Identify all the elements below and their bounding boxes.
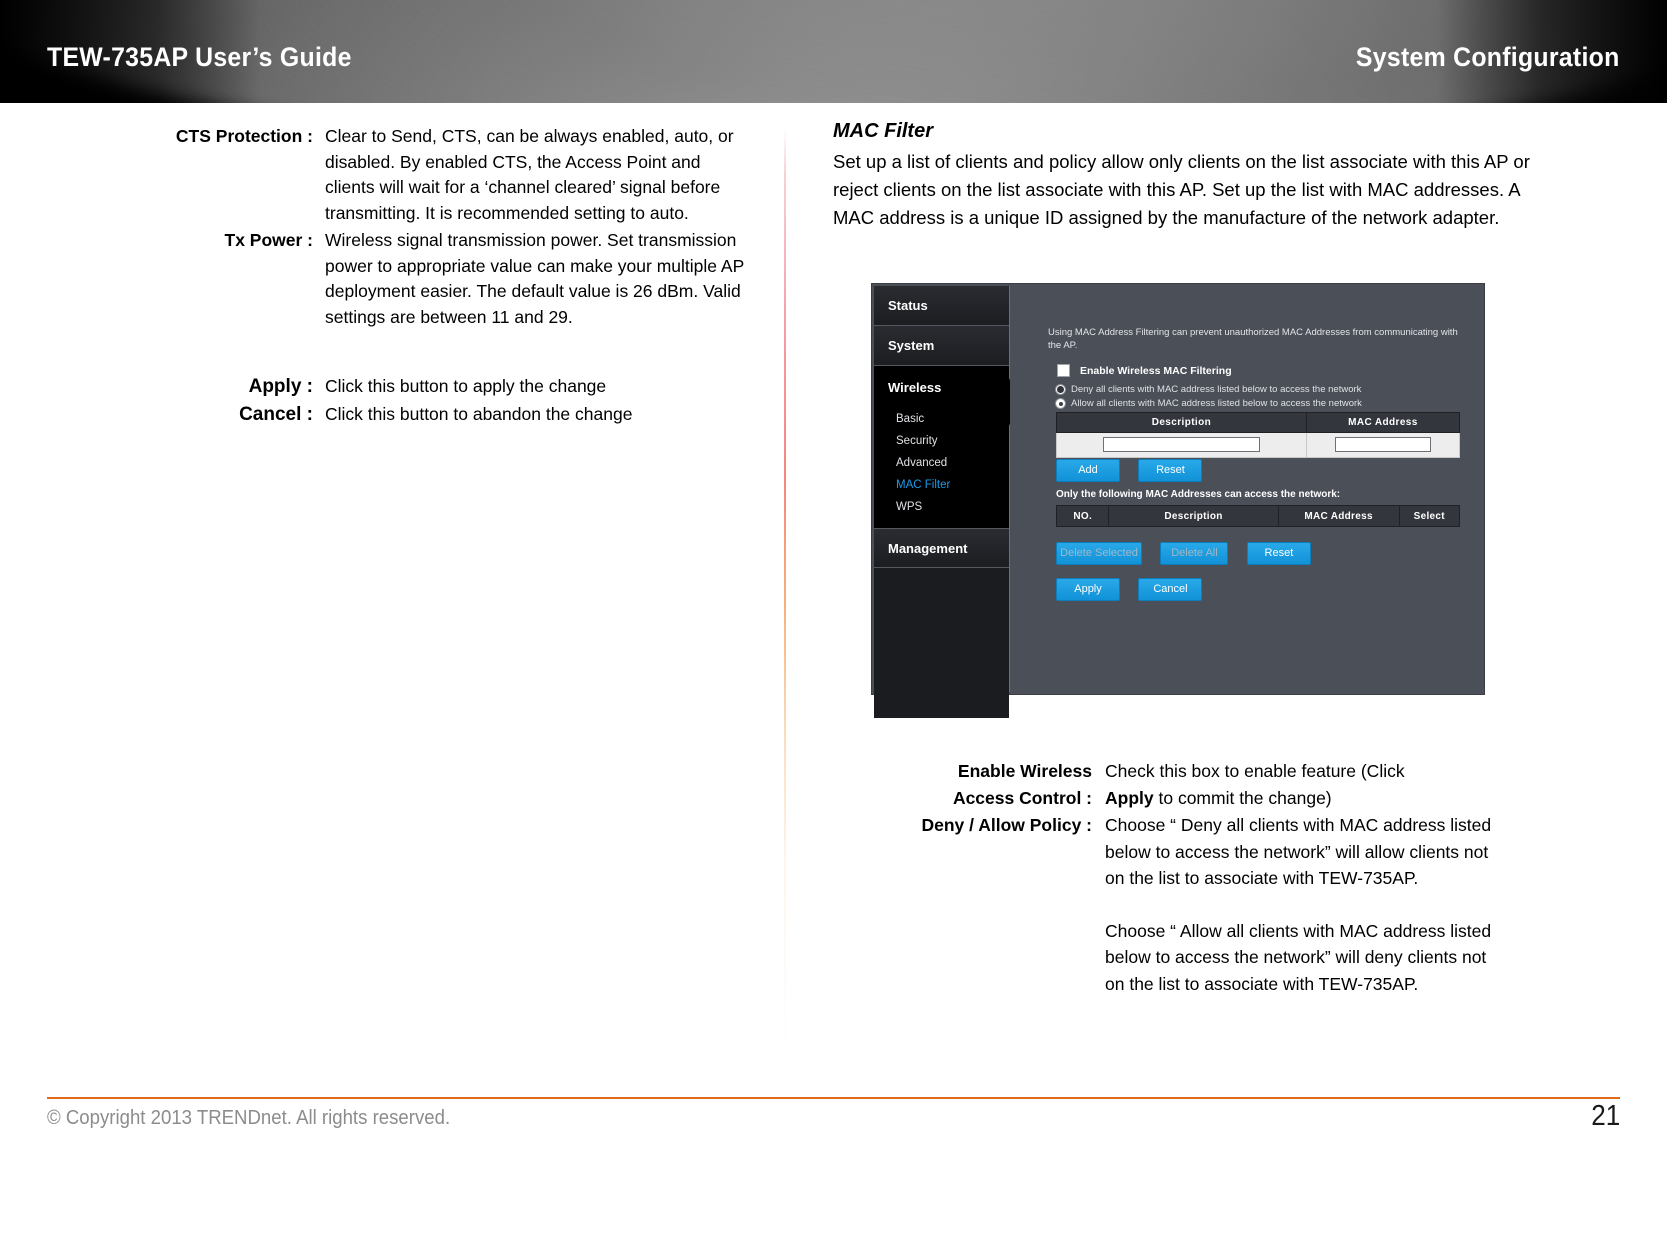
radio-icon[interactable] [1055,384,1066,395]
policy-option-label: Allow all clients with MAC address liste… [1071,398,1362,409]
router-content-panel: Using MAC Address Filtering can prevent … [1010,286,1482,692]
mac-filter-paragraph: Set up a list of clients and policy allo… [833,151,1530,228]
sidebar-subitem-wps[interactable]: WPS [874,496,1009,518]
definition-term: Tx Power : [224,230,314,250]
sidebar-item-wireless[interactable]: Wireless [874,368,1009,408]
reset-button[interactable]: Reset [1138,459,1203,482]
sidebar-group-wireless: Wireless Basic Security Advanced MAC Fil… [874,366,1020,528]
sidebar-subitem-mac-filter[interactable]: MAC Filter [874,474,1009,496]
sidebar-item-status[interactable]: Status [874,286,1009,326]
sidebar-filler [874,568,1009,718]
router-ui-frame: Status System Wireless Basic Security Ad… [872,284,1484,718]
page-header: TEW-735AP User’s Guide System Configurat… [0,0,1667,103]
definition-description: Click this button to abandon the change [325,403,633,424]
policy-option-allow[interactable]: Allow all clients with MAC address liste… [1055,398,1362,409]
column-header-select: Select [1398,505,1461,527]
definition-description: Click this button to apply the change [325,376,607,396]
mac-list-table: NO. Description MAC Address Select [1055,505,1461,527]
definition-term-line2: Access Control : [952,787,1092,808]
footer-copyright: © Copyright 2013 TRENDnet. All rights re… [47,1107,451,1129]
commit-button-row: Apply Cancel [1056,578,1216,601]
delete-selected-button[interactable]: Delete Selected [1056,542,1142,565]
policy-paragraph-allow: Choose “ Allow all clients with MAC addr… [1105,920,1492,994]
settings-definition-list: CTS Protection : Clear to Send, CTS, can… [150,124,750,427]
router-sidebar: Status System Wireless Basic Security Ad… [874,286,1020,718]
definition-desc-line1: Check this box to enable feature (Click [1105,761,1405,781]
mac-filter-help-text: Using MAC Address Filtering can prevent … [1048,327,1458,351]
definition-row-cts-protection: CTS Protection : Clear to Send, CTS, can… [150,124,750,226]
definition-term: Cancel : [239,403,313,425]
policy-option-label: Deny all clients with MAC address listed… [1071,384,1362,395]
checkbox-icon[interactable] [1057,364,1070,377]
definition-term: Enable Wireless Access Control : [905,758,1105,811]
definition-description: Clear to Send, CTS, can be always enable… [325,126,734,223]
mac-address-input[interactable] [1334,437,1432,453]
reset-list-button[interactable]: Reset [1246,542,1311,565]
definition-description: Wireless signal transmission power. Set … [325,230,744,327]
cell-mac-address [1305,432,1461,458]
radio-icon[interactable] [1055,398,1066,409]
left-column: CTS Protection : Clear to Send, CTS, can… [150,124,750,429]
policy-option-deny[interactable]: Deny all clients with MAC address listed… [1055,384,1361,395]
definition-desc-line2-rest: to commit the change) [1153,787,1332,808]
enable-mac-filtering-label: Enable Wireless MAC Filtering [1080,364,1232,377]
definition-term: Deny / Allow Policy : [921,815,1093,835]
entry-button-row: Add Reset [1056,459,1216,482]
footer-divider [47,1097,1620,1099]
column-header-description: Description [1108,505,1279,527]
definition-row-cancel: Cancel : Click this button to abandon th… [150,402,750,428]
definition-desc-apply-bold: Apply [1105,787,1154,808]
right-column: MAC Filter Set up a list of clients and … [833,118,1533,232]
apply-button[interactable]: Apply [1056,578,1120,601]
router-ui-screenshot: Status System Wireless Basic Security Ad… [872,284,1484,718]
mac-filter-heading: MAC Filter [833,120,933,142]
mac-list-label: Only the following MAC Addresses can acc… [1056,489,1341,500]
mac-filter-definition-list: Enable Wireless Access Control : Check t… [905,758,1505,998]
definition-row-apply: Apply : Click this button to apply the c… [150,374,750,400]
definition-description: Choose “ Deny all clients with MAC addre… [1105,812,1505,997]
column-header-description: Description [1056,412,1307,433]
definition-term: CTS Protection : [175,126,313,146]
sidebar-item-management[interactable]: Management [874,528,1009,568]
add-button[interactable]: Add [1056,459,1120,482]
column-header-mac-address: MAC Address [1277,505,1400,527]
table-header-row: NO. Description MAC Address Select [1055,505,1461,527]
guide-title: TEW-735AP User’s Guide [47,42,352,72]
page-number: 21 [1590,1100,1620,1132]
definition-description: Check this box to enable feature (Click … [1105,758,1505,811]
definition-row-tx-power: Tx Power : Wireless signal transmission … [150,228,750,330]
table-header-row: Description MAC Address [1056,412,1461,433]
list-button-row: Delete Selected Delete All Reset [1056,542,1325,565]
policy-paragraph-deny: Choose “ Deny all clients with MAC addre… [1105,815,1492,888]
sidebar-item-system[interactable]: System [874,326,1009,366]
cell-description [1056,432,1307,458]
definition-term-line1: Enable Wireless [957,761,1092,781]
definition-term: Apply : [248,376,313,397]
delete-all-button[interactable]: Delete All [1160,542,1229,565]
table-row [1056,432,1461,458]
section-title: System Configuration [1356,42,1620,72]
cancel-button[interactable]: Cancel [1138,578,1203,601]
sidebar-subitem-security[interactable]: Security [874,430,1009,452]
sidebar-subitem-advanced[interactable]: Advanced [874,452,1009,474]
column-header-no: NO. [1055,505,1110,527]
description-input[interactable] [1102,437,1261,453]
definition-row-deny-allow-policy: Deny / Allow Policy : Choose “ Deny all … [905,812,1505,997]
mac-entry-table: Description MAC Address [1056,412,1461,458]
enable-mac-filtering-row[interactable]: Enable Wireless MAC Filtering [1057,364,1232,377]
column-header-mac-address: MAC Address [1305,412,1461,433]
sidebar-subitem-basic[interactable]: Basic [874,408,1009,430]
column-divider [784,128,786,1048]
definition-row-enable-wireless-access-control: Enable Wireless Access Control : Check t… [905,758,1505,811]
